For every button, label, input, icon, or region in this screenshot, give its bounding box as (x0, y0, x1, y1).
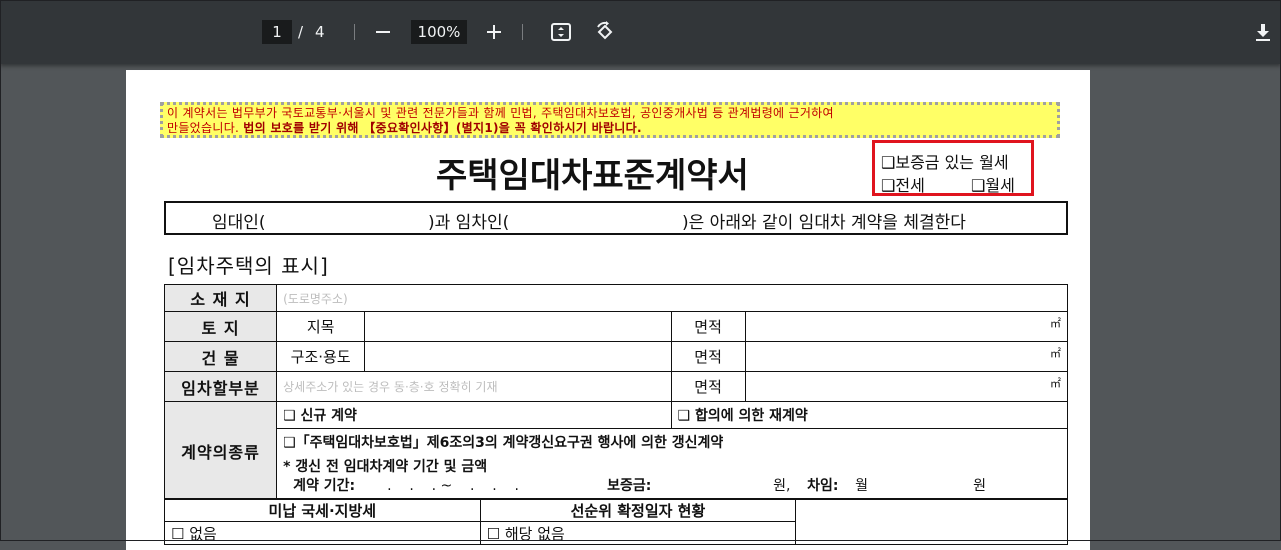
pdf-toolbar: 1 / 4 100% (0, 0, 1281, 64)
contract-type-label: 계약의종류 (163, 401, 278, 500)
rent-monthly: 월 (855, 478, 868, 494)
document-title: 주택임대차표준계약서 (436, 156, 749, 196)
rotate-icon[interactable] (593, 20, 617, 44)
notice-important: 법의 보호를 받기 위해 【중요확인사항】(별지1)을 꼭 확인하시기 바랍니다… (243, 121, 642, 135)
option-jeonse[interactable]: ❑전세 (881, 176, 925, 195)
pdf-page: 이 계약서는 법무부가 국토교통부·서울시 및 관련 전문가들과 함께 민법, … (126, 70, 1090, 550)
rent-label: 차임: (807, 478, 839, 494)
page-separator: / (298, 23, 304, 41)
renewal-claim-option[interactable]: ❑「주택임대차보호법」제6조의3의 계약갱신요구권 행사에 의한 갱신계약 (276, 428, 1068, 455)
zoom-level-input[interactable]: 100% (411, 20, 467, 44)
building-label: 건 물 (163, 341, 278, 372)
unpaid-tax-header: 미납 국세·지방세 (164, 498, 481, 522)
renewal-line: 계약 기간: . . . ~ . . . 보증금: 원, 차임: 월 원 (283, 477, 1061, 496)
rental-part-placeholder[interactable]: 상세주소가 있는 경우 동·층·호 정확히 기재 (276, 371, 672, 402)
table-row: 토 지 지목 면적 ㎡ (163, 311, 1069, 342)
table-row: * 갱신 전 임대차계약 기간 및 금액 계약 기간: . . . ~ . . … (165, 455, 1068, 500)
option-monthly[interactable]: ❑월세 (971, 172, 1015, 196)
rental-part-label: 임차할부분 (163, 371, 278, 402)
tax-priority-table: 미납 국세·지방세 선순위 확정일자 현황 ☐ 없음 ☐ 해당 없음 (164, 498, 1068, 545)
land-type-label: 지목 (276, 311, 366, 342)
notice-line-2: 만들었습니다. 법의 보호를 받기 위해 【중요확인사항】(별지1)을 꼭 확인… (167, 121, 1053, 136)
option-row: ❑전세 ❑월세 (881, 172, 1023, 196)
renewal-note: * 갱신 전 임대차계약 기간 및 금액 (283, 459, 488, 475)
building-area-unit[interactable]: ㎡ (744, 341, 1069, 372)
rent-won: 원 (973, 478, 986, 494)
page-number-input[interactable]: 1 (262, 20, 292, 44)
table-row: ❑「주택임대차보호법」제6조의3의 계약갱신요구권 행사에 의한 갱신계약 (165, 428, 1068, 455)
period-label: 계약 기간: (293, 478, 356, 494)
table-row: 건 물 구조·용도 면적 ㎡ (163, 341, 1069, 372)
intro-box: 임대인( )과 임차인( )은 아래와 같이 임대차 계약을 체결한다 (164, 201, 1068, 235)
rental-area-unit[interactable]: ㎡ (744, 371, 1069, 402)
section-title: [임차주택의 표시] (168, 254, 329, 278)
zoom-out-icon[interactable] (371, 20, 395, 44)
intro-landlord: 임대인( (212, 213, 266, 233)
notice-box: 이 계약서는 법무부가 국토교통부·서울시 및 관련 전문가들과 함께 민법, … (160, 102, 1060, 138)
building-structure-label: 구조·용도 (276, 341, 366, 372)
deposit-label: 보증금: (607, 478, 652, 494)
renewal-agreement-option[interactable]: ❑ 합의에 의한 재계약 (670, 401, 1069, 429)
table-row: 계약의종류 ❑ 신규 계약 ❑ 합의에 의한 재계약 (163, 401, 1069, 500)
download-icon[interactable] (1251, 20, 1275, 44)
total-pages: 4 (315, 23, 325, 41)
unpaid-none-option[interactable]: ☐ 없음 (164, 521, 481, 545)
deposit-won: 원, (773, 478, 791, 494)
land-type-field[interactable] (364, 311, 672, 342)
location-placeholder[interactable]: (도로명주소) (276, 284, 1068, 312)
rental-area-label: 면적 (670, 371, 746, 402)
fit-page-icon[interactable] (549, 20, 573, 44)
priority-none-option[interactable]: ☐ 해당 없음 (479, 521, 797, 545)
new-contract-option[interactable]: ❑ 신규 계약 (276, 401, 672, 429)
priority-header: 선순위 확정일자 현황 (479, 498, 797, 522)
toolbar-divider (354, 24, 355, 40)
contract-type-box: ❑보증금 있는 월세 ❑전세 ❑월세 (872, 140, 1034, 196)
option-deposit-monthly[interactable]: ❑보증금 있는 월세 (881, 149, 1009, 173)
property-table: 소 재 지 (도로명주소) 토 지 지목 면적 ㎡ 건 물 구조·용도 면적 ㎡… (163, 284, 1069, 500)
period-dots[interactable]: . . . ~ . . . (387, 477, 519, 496)
building-structure-field[interactable] (364, 341, 672, 372)
land-label: 토 지 (163, 311, 278, 342)
table-row: 소 재 지 (도로명주소) (163, 284, 1068, 312)
table-row: 임차할부분 상세주소가 있는 경우 동·층·호 정확히 기재 면적 ㎡ (163, 371, 1069, 402)
renewal-details: * 갱신 전 임대차계약 기간 및 금액 계약 기간: . . . ~ . . … (276, 455, 1068, 500)
land-area-unit[interactable]: ㎡ (744, 311, 1069, 342)
location-label: 소 재 지 (163, 284, 278, 312)
table-row: 미납 국세·지방세 선순위 확정일자 현황 (164, 498, 1068, 545)
zoom-in-icon[interactable] (482, 20, 506, 44)
toolbar-divider (522, 24, 523, 40)
intro-tenant: )과 임차인( (428, 213, 510, 233)
extra-cell (795, 498, 1068, 545)
intro-clause: )은 아래와 같이 임대차 계약을 체결한다 (682, 213, 966, 233)
notice-line-1: 이 계약서는 법무부가 국토교통부·서울시 및 관련 전문가들과 함께 민법, … (167, 106, 834, 120)
building-area-label: 면적 (670, 341, 746, 372)
notice-line-2-text: 만들었습니다. (167, 121, 244, 135)
land-area-label: 면적 (670, 311, 746, 342)
